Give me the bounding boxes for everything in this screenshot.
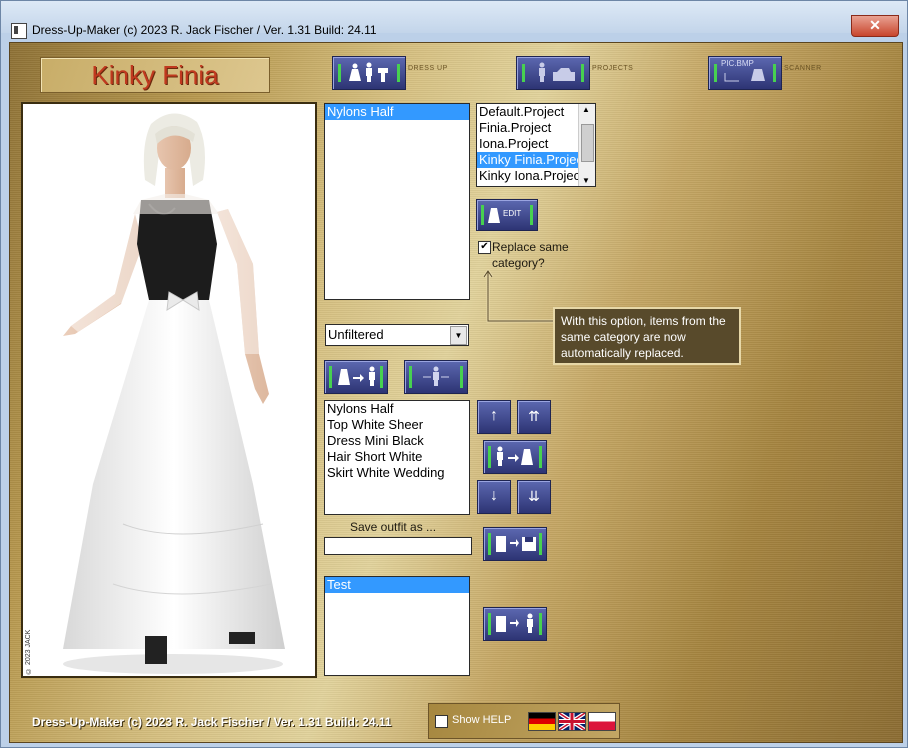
projects-list[interactable]: Default.Project Finia.Project Iona.Proje… (476, 103, 596, 187)
preview-outfit-button[interactable] (404, 360, 468, 394)
replace-category-label-2: category? (492, 256, 545, 270)
figure-preview-icon (423, 366, 449, 386)
character-name: Kinky Finia (91, 60, 219, 90)
client-area: Kinky Finia DRESS UP PROJECTS PIC.BMP SC… (9, 42, 903, 743)
scroll-up-icon[interactable]: ▲ (582, 105, 590, 114)
dress-to-figure-icon (338, 366, 375, 386)
show-help-checkbox[interactable] (435, 715, 448, 728)
replace-category-checkbox[interactable]: ✔ (478, 241, 491, 254)
scanner-mode-button[interactable]: PIC.BMP (708, 56, 782, 90)
replace-category-label-1: Replace same (492, 240, 569, 254)
arrow-down-icon: ↓ (490, 487, 498, 504)
projects-mode-label: PROJECTS (592, 65, 634, 72)
add-to-outfit-button[interactable] (324, 360, 388, 394)
uk-flag-icon[interactable] (557, 711, 587, 732)
figure-to-dress-icon (497, 446, 533, 466)
save-disk-icon (496, 536, 536, 552)
character-preview: © 2023 JACK (21, 102, 317, 678)
outfit-item[interactable]: Top White Sheer (325, 417, 469, 433)
arrow-up-icon: ↑ (490, 407, 498, 424)
scanner-badge: PIC.BMP (721, 59, 754, 68)
dress-up-icon (338, 62, 400, 82)
save-outfit-button[interactable] (483, 527, 547, 561)
projects-mode-button[interactable] (516, 56, 590, 90)
outfit-item[interactable]: Hair Short White (325, 449, 469, 465)
outfit-item[interactable]: Dress Mini Black (325, 433, 469, 449)
projects-scrollbar[interactable]: ▲ ▼ (578, 104, 595, 186)
scrollbar-thumb[interactable] (581, 124, 594, 162)
dress-up-mode-button[interactable] (332, 56, 406, 90)
scroll-down-icon[interactable]: ▼ (582, 176, 590, 185)
move-to-bottom-button[interactable]: ⇊ (517, 480, 551, 514)
load-outfit-button[interactable] (483, 607, 547, 641)
close-icon: ✕ (869, 17, 881, 33)
window-title: Dress-Up-Maker (c) 2023 R. Jack Fischer … (32, 23, 377, 37)
save-outfit-label: Save outfit as ... (350, 520, 437, 534)
saved-outfit-item[interactable]: Test (325, 577, 469, 593)
checkmark-icon: ✔ (480, 241, 489, 252)
category-list[interactable]: Nylons Half (324, 103, 470, 300)
move-up-button[interactable]: ↑ (477, 400, 511, 434)
category-item[interactable]: Nylons Half (325, 104, 469, 120)
dress-up-mode-label: DRESS UP (408, 65, 448, 72)
double-arrow-up-icon: ⇈ (528, 408, 540, 424)
edit-project-button[interactable]: EDIT (476, 199, 538, 231)
help-language-bar: Show HELP (428, 703, 620, 739)
outfit-item[interactable]: Nylons Half (325, 401, 469, 417)
save-outfit-input[interactable] (324, 537, 472, 555)
edit-label: EDIT (503, 209, 522, 218)
outfit-items-list[interactable]: Nylons Half Top White Sheer Dress Mini B… (324, 400, 470, 515)
apply-outfit-button[interactable] (483, 440, 547, 474)
app-icon[interactable] (11, 23, 27, 39)
tooltip-pointer (482, 269, 554, 323)
outfit-item[interactable]: Skirt White Wedding (325, 465, 469, 481)
copyright-mark: © 2023 JACK (25, 629, 32, 674)
scanner-mode-label: SCANNER (784, 65, 822, 72)
show-help-label: Show HELP (452, 714, 512, 726)
move-down-button[interactable]: ↓ (477, 480, 511, 514)
chevron-down-icon[interactable]: ▼ (450, 326, 467, 345)
title-bar[interactable]: Dress-Up-Maker (c) 2023 R. Jack Fischer … (1, 1, 907, 39)
app-window: Dress-Up-Maker (c) 2023 R. Jack Fischer … (0, 0, 908, 748)
help-tooltip: With this option, items from the same ca… (553, 307, 741, 365)
close-button[interactable]: ✕ (851, 15, 899, 37)
character-name-box: Kinky Finia (40, 57, 270, 93)
move-to-top-button[interactable]: ⇈ (517, 400, 551, 434)
filter-dropdown[interactable]: Unfiltered ▼ (325, 324, 469, 346)
character-figure (63, 113, 285, 674)
polish-flag-icon[interactable] (588, 712, 616, 731)
load-outfit-icon (496, 613, 533, 633)
saved-outfits-list[interactable]: Test (324, 576, 470, 676)
filter-value: Unfiltered (328, 327, 384, 342)
german-flag-icon[interactable] (528, 712, 556, 731)
projects-icon (522, 62, 584, 82)
footer-text: Dress-Up-Maker (c) 2023 R. Jack Fischer … (32, 715, 392, 729)
dress-icon (488, 208, 500, 223)
double-arrow-down-icon: ⇊ (528, 488, 540, 504)
